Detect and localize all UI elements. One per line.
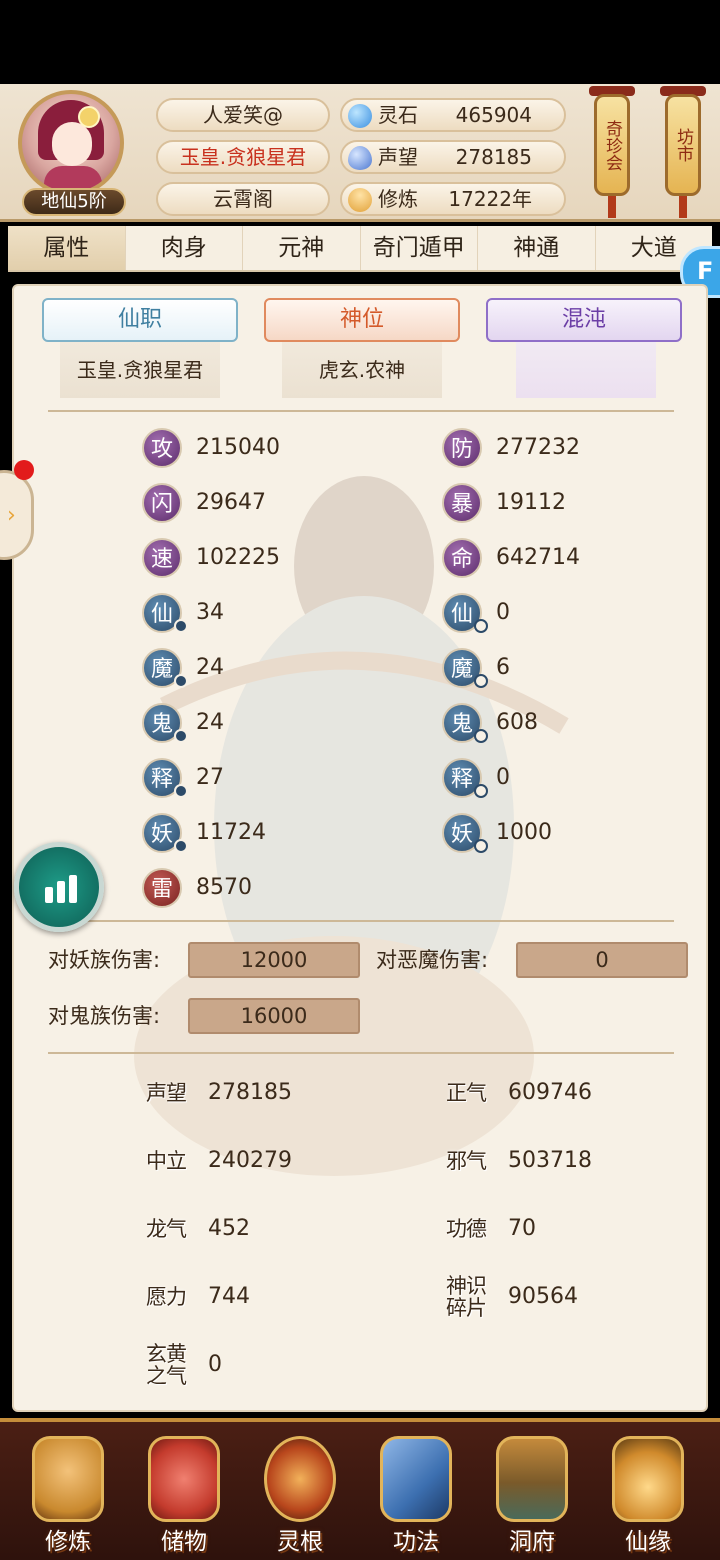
market-button[interactable]: 坊市 <box>665 94 701 196</box>
nav-spirit-root[interactable]: 灵根 <box>250 1430 350 1560</box>
vs-demon-damage-label: 对恶魔伤害: <box>376 948 489 972</box>
chaos-header[interactable]: 混沌 <box>486 298 682 342</box>
nav-cultivate[interactable]: 修炼 <box>18 1430 118 1560</box>
tab-body[interactable]: 肉身 <box>126 226 243 270</box>
rank-badge: 地仙5阶 <box>22 188 126 216</box>
bar-chart-icon <box>45 875 77 903</box>
vs-ghost-damage-label: 对鬼族伤害: <box>48 1004 161 1028</box>
divine-seat-header[interactable]: 神位 <box>264 298 460 342</box>
lantern-tassel <box>679 196 687 218</box>
nav-skills[interactable]: 功法 <box>366 1430 466 1560</box>
attribute-panel: 仙职 神位 混沌 玉皇.贪狼星君 虎玄.农神 攻 215040 闪 29647 … <box>12 284 708 1412</box>
meditation-icon <box>348 188 372 212</box>
cave-house-icon <box>496 1436 568 1522</box>
status-bar <box>0 0 720 84</box>
info-icon <box>474 729 488 743</box>
tab-attributes[interactable]: 属性 <box>8 226 126 270</box>
vs-demon-damage-value: 0 <box>516 942 688 978</box>
nav-storage[interactable]: 储物 <box>134 1430 234 1560</box>
spirit-stone-icon <box>348 104 372 128</box>
notification-dot <box>14 460 34 480</box>
info-icon <box>474 619 488 633</box>
player-header: 地仙5阶 人爱笑@ 玉皇.贪狼星君 云霄阁 灵石 465904 声望 27818… <box>0 84 720 222</box>
info-icon <box>174 674 188 688</box>
info-icon <box>474 839 488 853</box>
divine-seat-value: 虎玄.农神 <box>282 342 442 398</box>
vs-monster-damage-label: 对妖族伤害: <box>48 948 161 972</box>
divider <box>48 410 674 412</box>
resource-reputation: 声望 278185 <box>340 140 566 174</box>
skill-book-icon <box>380 1436 452 1522</box>
info-icon <box>474 674 488 688</box>
player-sect[interactable]: 云霄阁 <box>156 182 330 216</box>
info-icon <box>474 784 488 798</box>
attribute-tabs: 属性 肉身 元神 奇门遁甲 神通 大道 <box>8 226 712 272</box>
tab-spirit[interactable]: 元神 <box>243 226 361 270</box>
tab-qimen[interactable]: 奇门遁甲 <box>361 226 478 270</box>
avatar-face <box>52 122 92 166</box>
info-icon <box>174 619 188 633</box>
spirit-root-icon <box>264 1436 336 1522</box>
player-avatar[interactable] <box>18 90 124 196</box>
lantern-tassel <box>608 196 616 218</box>
bottom-nav: 修炼 储物 灵根 功法 洞府 仙缘 <box>0 1418 720 1560</box>
resource-spirit-stone: 灵石 465904 <box>340 98 566 132</box>
vs-monster-damage-value: 12000 <box>188 942 360 978</box>
chevron-right-icon: › <box>7 503 16 528</box>
cultivate-icon <box>32 1436 104 1522</box>
nav-fate[interactable]: 仙缘 <box>598 1430 698 1560</box>
resource-cultivation: 修炼 17222年 <box>340 182 566 216</box>
info-icon <box>174 784 188 798</box>
vs-ghost-damage-value: 16000 <box>188 998 360 1034</box>
storage-bag-icon <box>148 1436 220 1522</box>
chaos-value <box>516 342 656 398</box>
reputation-icon <box>348 146 372 170</box>
treasure-fair-button[interactable]: 奇珍会 <box>594 94 630 196</box>
fate-gourd-icon <box>612 1436 684 1522</box>
divider <box>48 1052 674 1054</box>
player-name: 人爱笑@ <box>156 98 330 132</box>
tab-divine-power[interactable]: 神通 <box>478 226 596 270</box>
nav-cave-house[interactable]: 洞府 <box>482 1430 582 1560</box>
player-title: 玉皇.贪狼星君 <box>156 140 330 174</box>
info-icon <box>174 729 188 743</box>
info-icon <box>174 839 188 853</box>
side-drawer-handle[interactable]: › <box>0 470 34 560</box>
immortal-post-value: 玉皇.贪狼星君 <box>60 342 220 398</box>
divider <box>48 920 674 922</box>
immortal-post-header[interactable]: 仙职 <box>42 298 238 342</box>
stats-float-button[interactable] <box>14 842 104 932</box>
flower-ornament-icon <box>78 106 100 128</box>
